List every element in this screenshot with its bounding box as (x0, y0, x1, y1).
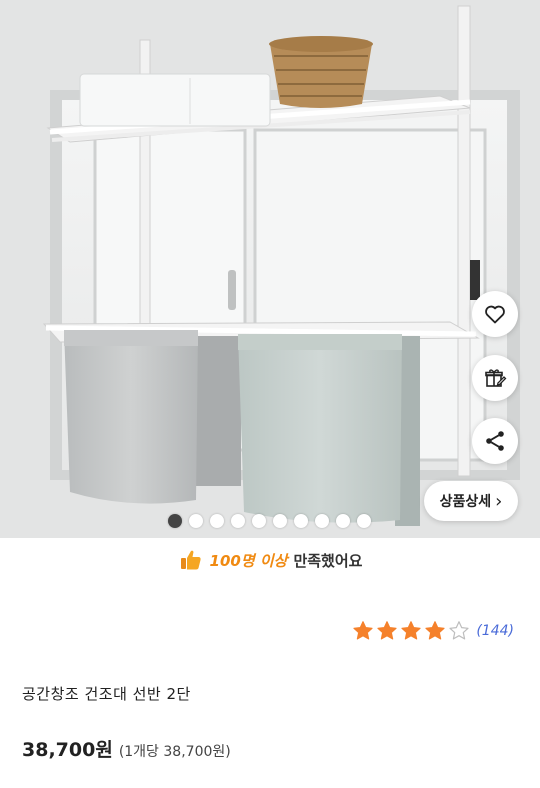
price-row: 38,700원 (1개당 38,700원) (22, 735, 231, 762)
carousel-indicators (168, 514, 371, 528)
star-filled-icon (353, 621, 373, 640)
carousel-dot[interactable] (168, 514, 182, 528)
carousel-dot[interactable] (231, 514, 245, 528)
gift-button[interactable] (472, 355, 518, 401)
satisfaction-badge: 100명 이상 만족했어요 (0, 540, 540, 580)
product-image-carousel[interactable]: 상품상세 › (0, 0, 540, 538)
carousel-dot[interactable] (315, 514, 329, 528)
carousel-dot[interactable] (357, 514, 371, 528)
star-empty-icon (449, 621, 469, 640)
chevron-right-icon: › (495, 490, 503, 512)
product-photo (0, 0, 540, 538)
product-detail-label: 상품상세 (439, 494, 492, 510)
satisfaction-count: 100명 이상 (209, 551, 288, 570)
gift-edit-icon (485, 369, 507, 387)
wishlist-button[interactable] (472, 291, 518, 337)
carousel-dot[interactable] (210, 514, 224, 528)
star-filled-icon (377, 621, 397, 640)
star-filled-icon (401, 621, 421, 640)
carousel-dot[interactable] (294, 514, 308, 528)
share-button[interactable] (472, 418, 518, 464)
heart-icon (485, 305, 505, 324)
carousel-dot[interactable] (273, 514, 287, 528)
star-filled-icon (425, 621, 445, 640)
product-price: 38,700원 (22, 739, 113, 761)
satisfaction-text: 만족했어요 (293, 551, 363, 570)
review-count[interactable]: (144) (476, 623, 514, 639)
carousel-dot[interactable] (336, 514, 350, 528)
thumbs-up-icon (180, 550, 201, 570)
share-icon (486, 431, 504, 451)
carousel-dot[interactable] (252, 514, 266, 528)
carousel-dot[interactable] (189, 514, 203, 528)
unit-price: (1개당 38,700원) (118, 744, 231, 760)
product-detail-button[interactable]: 상품상세 › (424, 481, 518, 521)
rating-summary[interactable]: (144) (352, 620, 514, 642)
product-title: 공간창조 건조대 선반 2단 (22, 685, 191, 703)
